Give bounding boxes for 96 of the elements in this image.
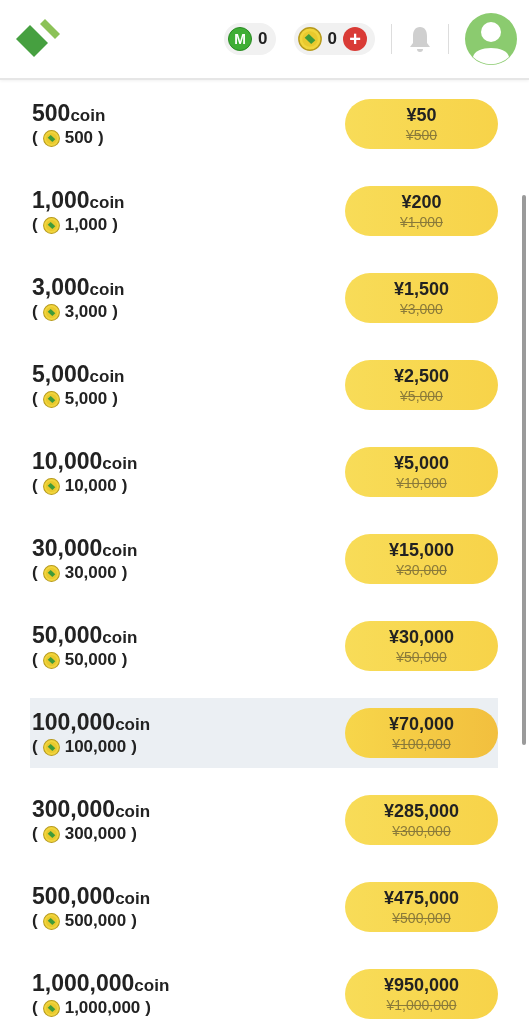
bonus-amount: 3,000	[64, 302, 108, 322]
coin-unit: coin	[102, 454, 138, 474]
price-button[interactable]: ¥70,000 ¥100,000	[345, 708, 498, 758]
coin-pack-row[interactable]: 5,000coin ( 5,000 ) ¥2,500 ¥5,000	[30, 350, 498, 420]
paren: (	[32, 911, 38, 931]
paren: )	[145, 998, 151, 1018]
bonus-amount: 500	[64, 128, 94, 148]
points-count: 0	[258, 29, 268, 49]
paren: (	[32, 998, 38, 1018]
coin-unit: coin	[70, 106, 106, 126]
coin-amount: 300,000	[32, 796, 116, 822]
coin-icon	[42, 651, 60, 669]
coin-pack-row[interactable]: 3,000coin ( 3,000 ) ¥1,500 ¥3,000	[30, 263, 498, 333]
paren: )	[98, 128, 104, 148]
add-coin-button[interactable]: +	[343, 27, 367, 51]
paren: (	[32, 563, 38, 583]
paren: )	[131, 824, 137, 844]
bonus-amount: 500,000	[64, 911, 127, 931]
coin-amount: 50,000	[32, 622, 103, 648]
paren: (	[32, 737, 38, 757]
paren: (	[32, 302, 38, 322]
paren: (	[32, 215, 38, 235]
coin-amount: 30,000	[32, 535, 103, 561]
bonus-amount: 100,000	[64, 737, 127, 757]
coin-pack-row[interactable]: 1,000coin ( 1,000 ) ¥200 ¥1,000	[30, 176, 498, 246]
paren: )	[121, 650, 128, 670]
price-button[interactable]: ¥50 ¥500	[345, 99, 498, 149]
bell-icon[interactable]	[408, 25, 432, 53]
coin-amount: 3,000	[32, 274, 90, 300]
coin-icon	[297, 27, 322, 51]
paren: )	[112, 389, 118, 409]
coin-icon	[42, 303, 60, 321]
paren: )	[112, 215, 118, 235]
coin-unit: coin	[115, 889, 151, 909]
paren: )	[131, 911, 137, 931]
bonus-amount: 10,000	[64, 476, 117, 496]
coin-amount: 100,000	[32, 709, 116, 735]
coin-amount: 10,000	[32, 448, 103, 474]
coin-amount: 5,000	[32, 361, 90, 387]
coin-icon	[42, 912, 60, 930]
m-icon: M	[228, 27, 253, 51]
coin-unit: coin	[134, 976, 170, 996]
bonus-amount: 1,000	[64, 215, 108, 235]
coin-pack-row[interactable]: 50,000coin ( 50,000 ) ¥30,000 ¥50,000	[30, 611, 498, 681]
price-button[interactable]: ¥200 ¥1,000	[345, 186, 498, 236]
coin-unit: coin	[115, 802, 151, 822]
avatar-icon[interactable]	[465, 13, 517, 65]
paren: )	[121, 476, 128, 496]
paren: )	[121, 563, 128, 583]
price-button[interactable]: ¥950,000 ¥1,000,000	[345, 969, 498, 1019]
coin-pack-row[interactable]: 300,000coin ( 300,000 ) ¥285,000 ¥300,000	[30, 785, 498, 855]
coin-unit: coin	[89, 367, 125, 387]
coin-icon	[42, 738, 60, 756]
coin-icon	[42, 825, 60, 843]
paren: )	[112, 302, 118, 322]
coin-amount: 1,000	[32, 187, 90, 213]
coin-unit: coin	[115, 715, 151, 735]
coin-pack-row[interactable]: 10,000coin ( 10,000 ) ¥5,000 ¥10,000	[30, 437, 498, 507]
bonus-amount: 1,000,000	[64, 998, 141, 1018]
price-button[interactable]: ¥285,000 ¥300,000	[345, 795, 498, 845]
coin-unit: coin	[89, 193, 125, 213]
paren: (	[32, 389, 38, 409]
coin-amount: 500	[32, 100, 71, 126]
scrollbar[interactable]	[522, 195, 526, 745]
price-button[interactable]: ¥5,000 ¥10,000	[345, 447, 498, 497]
coin-unit: coin	[102, 541, 138, 561]
price-button[interactable]: ¥2,500 ¥5,000	[345, 360, 498, 410]
bonus-amount: 300,000	[64, 824, 127, 844]
coin-pack-row[interactable]: 500coin ( 500 ) ¥50 ¥500	[30, 89, 498, 159]
bonus-amount: 30,000	[64, 563, 117, 583]
coin-icon	[42, 477, 60, 495]
paren: (	[32, 128, 38, 148]
coin-unit: coin	[89, 280, 125, 300]
coin-icon	[42, 129, 60, 147]
paren: (	[32, 476, 38, 496]
price-button[interactable]: ¥1,500 ¥3,000	[345, 273, 498, 323]
coin-amount: 1,000,000	[32, 970, 135, 996]
paren: (	[32, 650, 38, 670]
price-button[interactable]: ¥15,000 ¥30,000	[345, 534, 498, 584]
paren: (	[32, 824, 38, 844]
price-button[interactable]: ¥30,000 ¥50,000	[345, 621, 498, 671]
coin-pack-row[interactable]: 30,000coin ( 30,000 ) ¥15,000 ¥30,000	[30, 524, 498, 594]
coin-icon	[42, 390, 60, 408]
coin-pack-row[interactable]: 500,000coin ( 500,000 ) ¥475,000 ¥500,000	[30, 872, 498, 942]
coin-icon	[42, 216, 60, 234]
coin-count: 0	[327, 29, 337, 49]
price-button[interactable]: ¥475,000 ¥500,000	[345, 882, 498, 932]
bonus-amount: 5,000	[64, 389, 108, 409]
coin-icon	[42, 564, 60, 582]
coin-pack-row[interactable]: 1,000,000coin ( 1,000,000 ) ¥950,000 ¥1,000,000	[30, 959, 498, 1024]
coin-unit: coin	[102, 628, 138, 648]
bonus-amount: 50,000	[64, 650, 117, 670]
coin-icon	[42, 999, 60, 1017]
coin-amount: 500,000	[32, 883, 116, 909]
selected-row[interactable]: 100,000coin ( 100,000 ) ¥70,000 ¥100,000	[30, 698, 498, 768]
paren: )	[131, 737, 137, 757]
